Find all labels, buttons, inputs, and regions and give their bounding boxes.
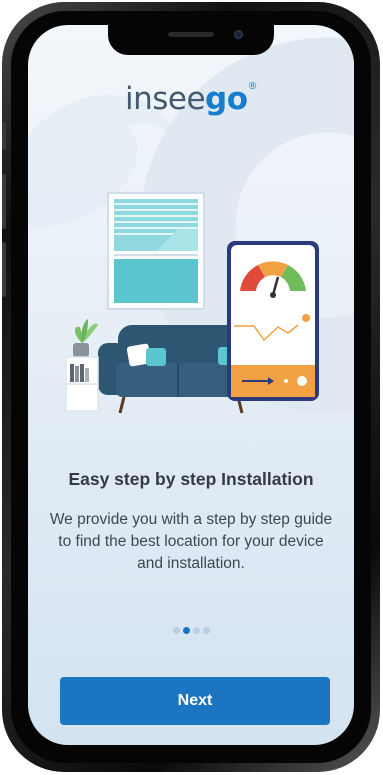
- page-dot-4[interactable]: [203, 627, 210, 634]
- front-camera: [234, 30, 243, 39]
- inseego-logo: inseego®: [28, 81, 354, 117]
- phone-signal-meter-icon: [227, 241, 319, 401]
- plant-icon: [73, 319, 98, 357]
- pagination-dots: [173, 627, 210, 635]
- bookshelf-icon: [65, 356, 99, 412]
- next-button[interactable]: Next: [60, 677, 330, 725]
- onboarding-title: Easy step by step Installation: [68, 469, 314, 489]
- silent-switch: [2, 122, 6, 150]
- volume-up-button: [2, 174, 6, 229]
- volume-down-button: [2, 242, 6, 297]
- window-icon: [107, 192, 205, 310]
- logo-text-part1: insee: [124, 81, 206, 117]
- earpiece-speaker: [168, 32, 214, 37]
- page-dot-3[interactable]: [193, 627, 200, 634]
- onboarding-description: We provide you with a step by step guide…: [49, 511, 333, 572]
- onboarding-screen: inseego® Easy step by step Installation …: [28, 25, 354, 745]
- logo-text-part2: go: [205, 81, 248, 117]
- page-dot-1[interactable]: [173, 627, 180, 634]
- page-dot-2-active[interactable]: [183, 627, 190, 634]
- logo-registered-mark: ®: [247, 81, 258, 92]
- installation-illustration: [65, 192, 319, 414]
- phone-notch: [108, 25, 274, 55]
